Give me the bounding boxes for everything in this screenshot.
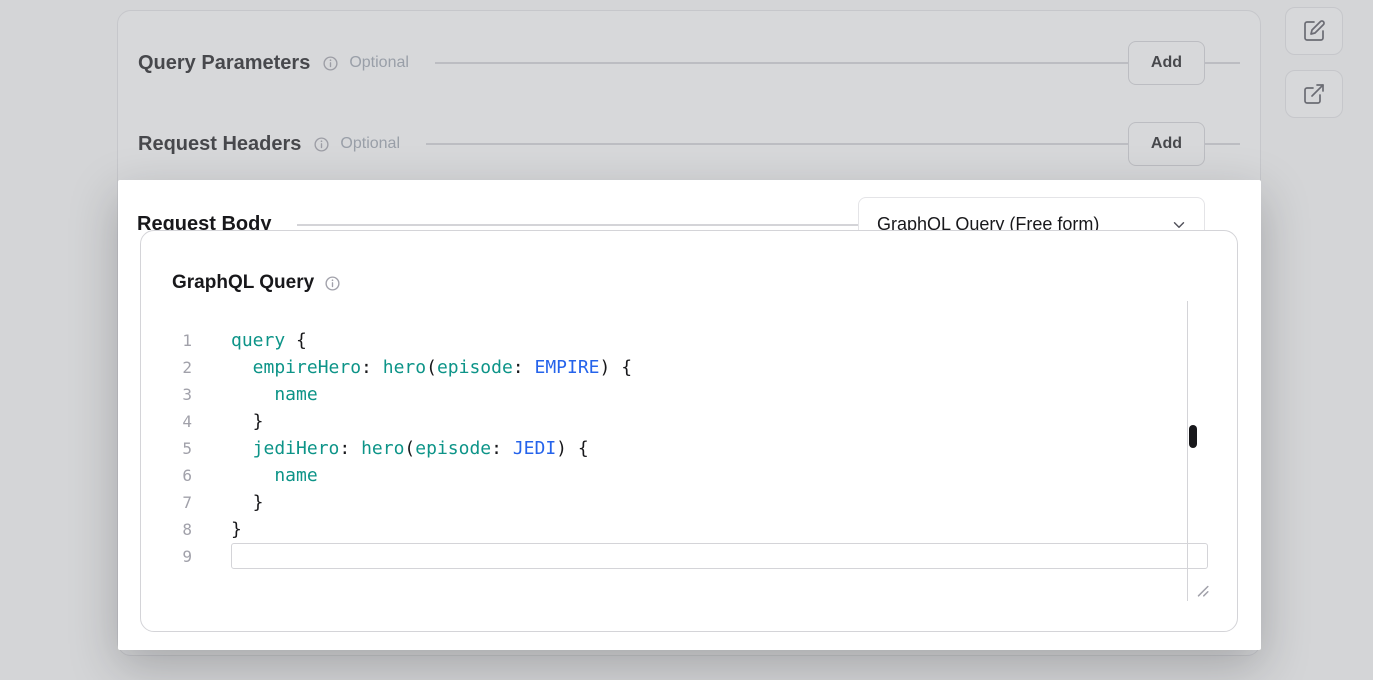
code-text: name xyxy=(192,462,318,489)
code-text: name xyxy=(192,381,318,408)
code-line[interactable]: 2 empireHero: hero(episode: EMPIRE) { xyxy=(141,354,1207,381)
active-line-box[interactable] xyxy=(231,543,1208,569)
info-icon xyxy=(324,275,341,292)
line-number: 5 xyxy=(141,435,192,462)
code-text: empireHero: hero(episode: EMPIRE) { xyxy=(192,354,632,381)
resize-handle-icon[interactable] xyxy=(1195,583,1209,597)
code-line[interactable]: 1query { xyxy=(141,327,1207,354)
scrollbar-thumb[interactable] xyxy=(1189,425,1197,448)
code-text: } xyxy=(192,408,264,435)
request-body-modal: Request Body GraphQL Query (Free form) G… xyxy=(118,180,1261,650)
divider xyxy=(297,224,858,226)
line-number: 4 xyxy=(141,408,192,435)
code-line[interactable]: 7 } xyxy=(141,489,1207,516)
line-number: 9 xyxy=(141,543,192,570)
line-number: 1 xyxy=(141,327,192,354)
code-line[interactable]: 6 name xyxy=(141,462,1207,489)
line-number: 6 xyxy=(141,462,192,489)
line-number: 8 xyxy=(141,516,192,543)
line-number: 3 xyxy=(141,381,192,408)
editor-label: GraphQL Query xyxy=(172,272,314,294)
page-background: Query Parameters Optional Add Request He… xyxy=(0,0,1373,680)
scrollbar-track xyxy=(1187,301,1188,601)
graphql-query-editor[interactable]: 1query {2 empireHero: hero(episode: EMPI… xyxy=(141,327,1207,570)
code-line[interactable]: 4 } xyxy=(141,408,1207,435)
graphql-query-card: GraphQL Query 1query {2 empireHero: hero… xyxy=(140,230,1238,632)
code-text xyxy=(192,543,231,570)
code-text: jediHero: hero(episode: JEDI) { xyxy=(192,435,589,462)
code-lines: 1query {2 empireHero: hero(episode: EMPI… xyxy=(141,327,1207,570)
code-text: } xyxy=(192,489,264,516)
code-text: } xyxy=(192,516,242,543)
code-line[interactable]: 5 jediHero: hero(episode: JEDI) { xyxy=(141,435,1207,462)
code-line[interactable]: 8} xyxy=(141,516,1207,543)
code-line[interactable]: 3 name xyxy=(141,381,1207,408)
editor-label-row: GraphQL Query xyxy=(172,269,341,297)
line-number: 2 xyxy=(141,354,192,381)
code-text: query { xyxy=(192,327,307,354)
line-number: 7 xyxy=(141,489,192,516)
